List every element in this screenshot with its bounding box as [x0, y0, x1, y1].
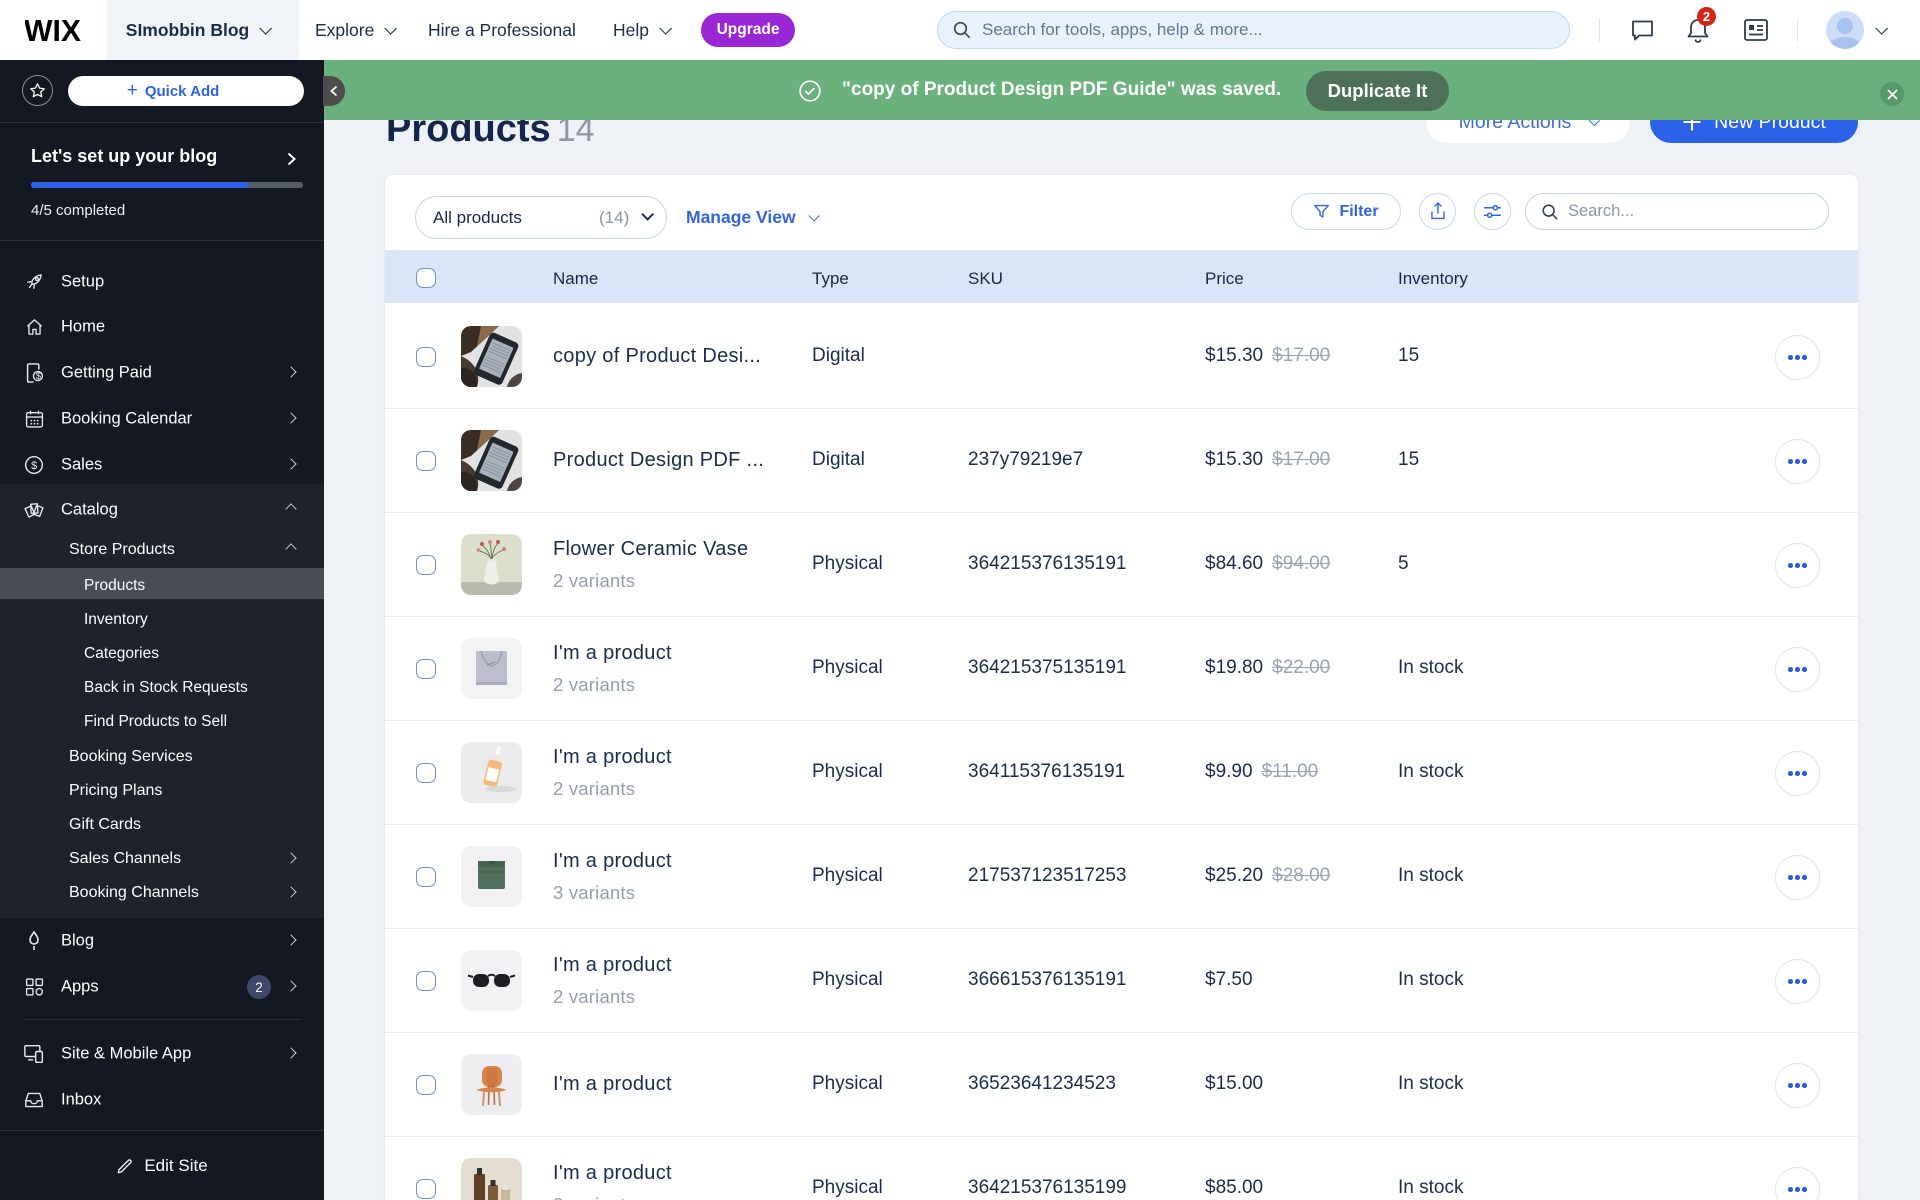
svg-text:$: $	[31, 460, 37, 472]
svg-text:WIX: WIX	[25, 14, 81, 48]
svg-text:$: $	[35, 371, 40, 381]
